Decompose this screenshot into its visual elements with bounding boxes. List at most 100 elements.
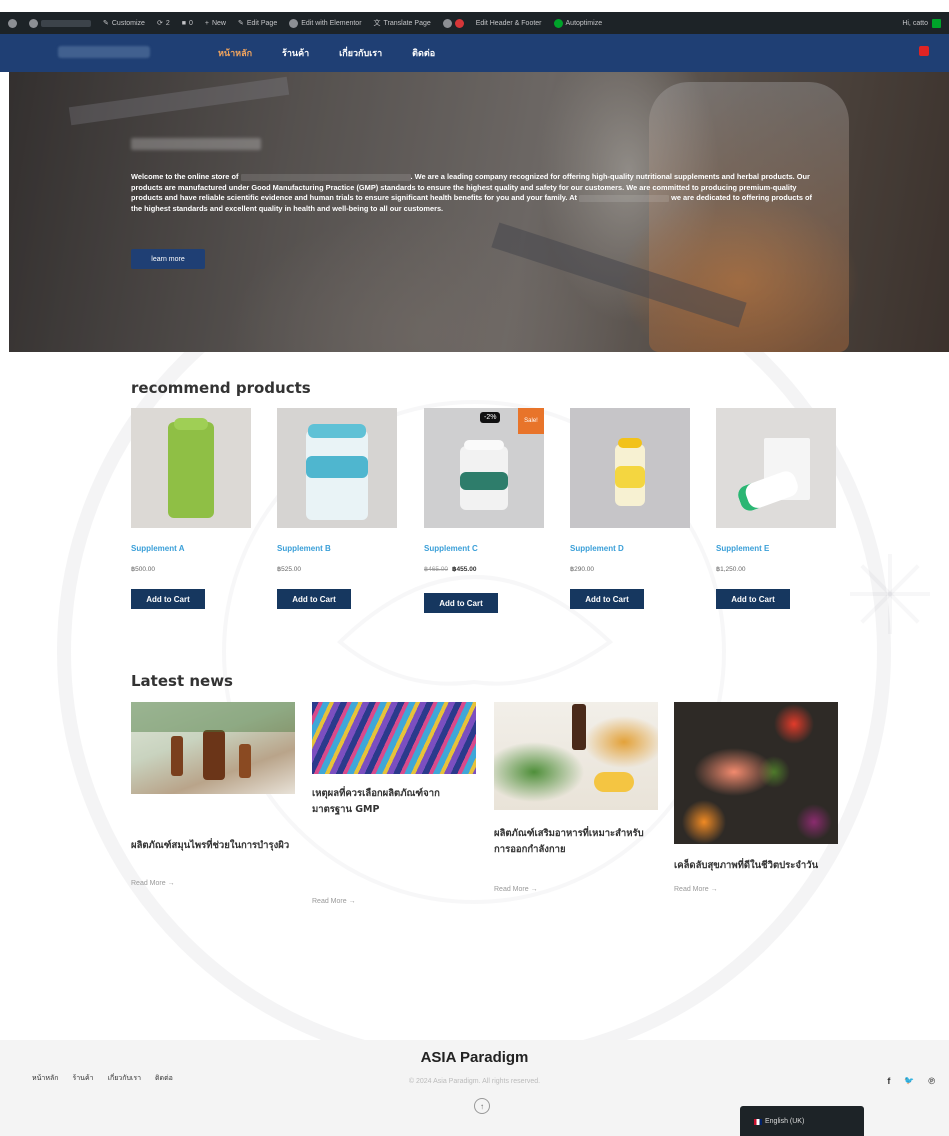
product-name[interactable]: Supplement A (131, 544, 251, 553)
product-price: ฿290.00 (570, 566, 595, 573)
footer-nav-about[interactable]: เกี่ยวกับเรา (108, 1073, 141, 1084)
site-footer: ASIA Paradigm © 2024 Asia Paradigm. All … (0, 1040, 949, 1136)
comment-icon: ■ (181, 19, 186, 27)
read-more-link[interactable]: Read More → (494, 886, 658, 893)
autoptimize-item[interactable]: Autoptimize (553, 18, 602, 28)
product-card[interactable]: Supplement B ฿525.00 Add to Cart (277, 408, 397, 609)
uk-flag-icon (754, 1119, 762, 1125)
dropper-bottle (203, 730, 225, 780)
product-image[interactable]: -2% Sale! (424, 408, 544, 528)
site-logo[interactable] (58, 46, 150, 58)
company-name-redacted (579, 194, 670, 202)
pencil-icon: ✎ (237, 20, 244, 27)
product-image[interactable] (570, 408, 690, 528)
sale-price: ฿455.00 (452, 566, 477, 573)
red-dot-icon (454, 18, 464, 28)
scroll-to-top-button[interactable]: ↑ (474, 1098, 490, 1114)
recommend-products-title: recommend products (131, 379, 311, 397)
updates-item[interactable]: ⟳ 2 (156, 19, 170, 28)
news-title[interactable]: ผลิตภัณฑ์เสริมอาหารที่เหมาะสำหรับการออกก… (494, 826, 650, 858)
twitter-icon[interactable]: 🐦 (904, 1076, 914, 1086)
bottle-label (460, 472, 508, 490)
product-card[interactable]: Supplement D ฿290.00 Add to Cart (570, 408, 690, 609)
add-to-cart-button[interactable]: Add to Cart (131, 589, 205, 609)
product-name[interactable]: Supplement E (716, 544, 836, 553)
language-label: English (UK) (765, 1118, 805, 1125)
site-name-item[interactable] (29, 18, 91, 28)
wordpress-logo-icon[interactable] (8, 18, 17, 28)
status-item[interactable] (442, 18, 464, 28)
news-card[interactable]: ผลิตภัณฑ์เสริมอาหารที่เหมาะสำหรับการออกก… (494, 702, 658, 893)
autoptimize-icon (553, 18, 563, 28)
product-card[interactable]: Supplement A ฿500.00 Add to Cart (131, 408, 251, 609)
product-price: ฿525.00 (277, 566, 302, 573)
leaves (131, 702, 295, 732)
bottle-label (306, 456, 368, 478)
nav-item-shop[interactable]: ร้านค้า (282, 46, 309, 60)
new-item[interactable]: + New (205, 20, 226, 27)
site-header: หน้าหลัก ร้านค้า เกี่ยวกับเรา ติดต่อ (0, 34, 949, 72)
news-card[interactable]: เหตุผลที่ควรเลือกผลิตภัณฑ์จากมาตรฐาน GMP… (312, 702, 476, 905)
news-card[interactable]: ผลิตภัณฑ์สมุนไพรที่ช่วยในการบำรุงผิว Rea… (131, 702, 295, 887)
product-name[interactable]: Supplement D (570, 544, 690, 553)
news-card[interactable]: เคล็ดลับสุขภาพที่ดีในชีวิตประจำวัน Read … (674, 702, 838, 893)
bottle-label (615, 466, 645, 488)
news-title[interactable]: เคล็ดลับสุขภาพที่ดีในชีวิตประจำวัน (674, 858, 838, 874)
dropper-bottle (572, 704, 586, 750)
language-switcher[interactable]: English (UK) (740, 1106, 864, 1136)
elementor-icon (289, 18, 299, 28)
add-to-cart-button[interactable]: Add to Cart (424, 593, 498, 613)
edit-elementor-item[interactable]: Edit with Elementor (289, 18, 362, 28)
refresh-icon: ⟳ (156, 20, 163, 27)
pinterest-icon[interactable]: ℗ (928, 1076, 935, 1086)
news-title[interactable]: ผลิตภัณฑ์สมุนไพรที่ช่วยในการบำรุงผิว (131, 838, 291, 854)
add-to-cart-button[interactable]: Add to Cart (570, 589, 644, 609)
news-image[interactable] (674, 702, 838, 844)
bottle-cap (464, 440, 504, 450)
product-image[interactable] (716, 408, 836, 528)
bottle-cap (618, 438, 642, 448)
nav-item-about[interactable]: เกี่ยวกับเรา (339, 46, 382, 60)
nav-item-home[interactable]: หน้าหลัก (218, 46, 252, 60)
footer-nav-home[interactable]: หน้าหลัก (32, 1073, 58, 1084)
customize-item[interactable]: ✎ Customize (103, 19, 145, 28)
capsules (594, 772, 634, 792)
grid-icon (442, 18, 452, 28)
hero-text: Welcome to the online store of . We are … (131, 172, 812, 213)
product-name[interactable]: Supplement C (424, 544, 544, 553)
news-image[interactable] (312, 702, 476, 774)
plus-icon: + (204, 19, 209, 27)
read-more-link[interactable]: Read More → (674, 886, 838, 893)
cart-badge-icon[interactable] (919, 46, 929, 56)
product-price: ฿500.00 (131, 566, 156, 573)
hero-heading-redacted (131, 138, 261, 150)
news-image[interactable] (131, 702, 295, 794)
edit-page-item[interactable]: ✎ Edit Page (237, 19, 277, 28)
product-card[interactable]: Supplement E ฿1,250.00 Add to Cart (716, 408, 836, 609)
nav-item-contact[interactable]: ติดต่อ (412, 46, 435, 60)
header-footer-item[interactable]: Edit Header & Footer (476, 20, 542, 27)
bottle-cap (308, 424, 366, 438)
bottle-graphic (168, 422, 214, 518)
product-card[interactable]: -2% Sale! Supplement C ฿465.00 ฿455.00 A… (424, 408, 544, 613)
avatar (932, 18, 941, 28)
footer-nav-shop[interactable]: ร้านค้า (72, 1073, 93, 1084)
my-account-item[interactable]: Hi, catto (902, 18, 941, 28)
footer-nav-contact[interactable]: ติดต่อ (155, 1073, 173, 1084)
learn-more-button[interactable]: learn more (131, 249, 205, 269)
brush-icon: ✎ (103, 20, 109, 27)
news-image[interactable] (494, 702, 658, 810)
product-image[interactable] (131, 408, 251, 528)
footer-nav: หน้าหลัก ร้านค้า เกี่ยวกับเรา ติดต่อ (32, 1073, 173, 1084)
read-more-link[interactable]: Read More → (131, 880, 295, 887)
facebook-icon[interactable]: f (887, 1076, 890, 1086)
news-title[interactable]: เหตุผลที่ควรเลือกผลิตภัณฑ์จากมาตรฐาน GMP (312, 786, 478, 818)
translate-item[interactable]: 文 Translate Page (374, 18, 431, 28)
product-image[interactable] (277, 408, 397, 528)
old-price: ฿465.00 (424, 566, 449, 573)
product-name[interactable]: Supplement B (277, 544, 397, 553)
add-to-cart-button[interactable]: Add to Cart (277, 589, 351, 609)
add-to-cart-button[interactable]: Add to Cart (716, 589, 790, 609)
comments-item[interactable]: ■ 0 (182, 20, 193, 27)
read-more-link[interactable]: Read More → (312, 898, 476, 905)
